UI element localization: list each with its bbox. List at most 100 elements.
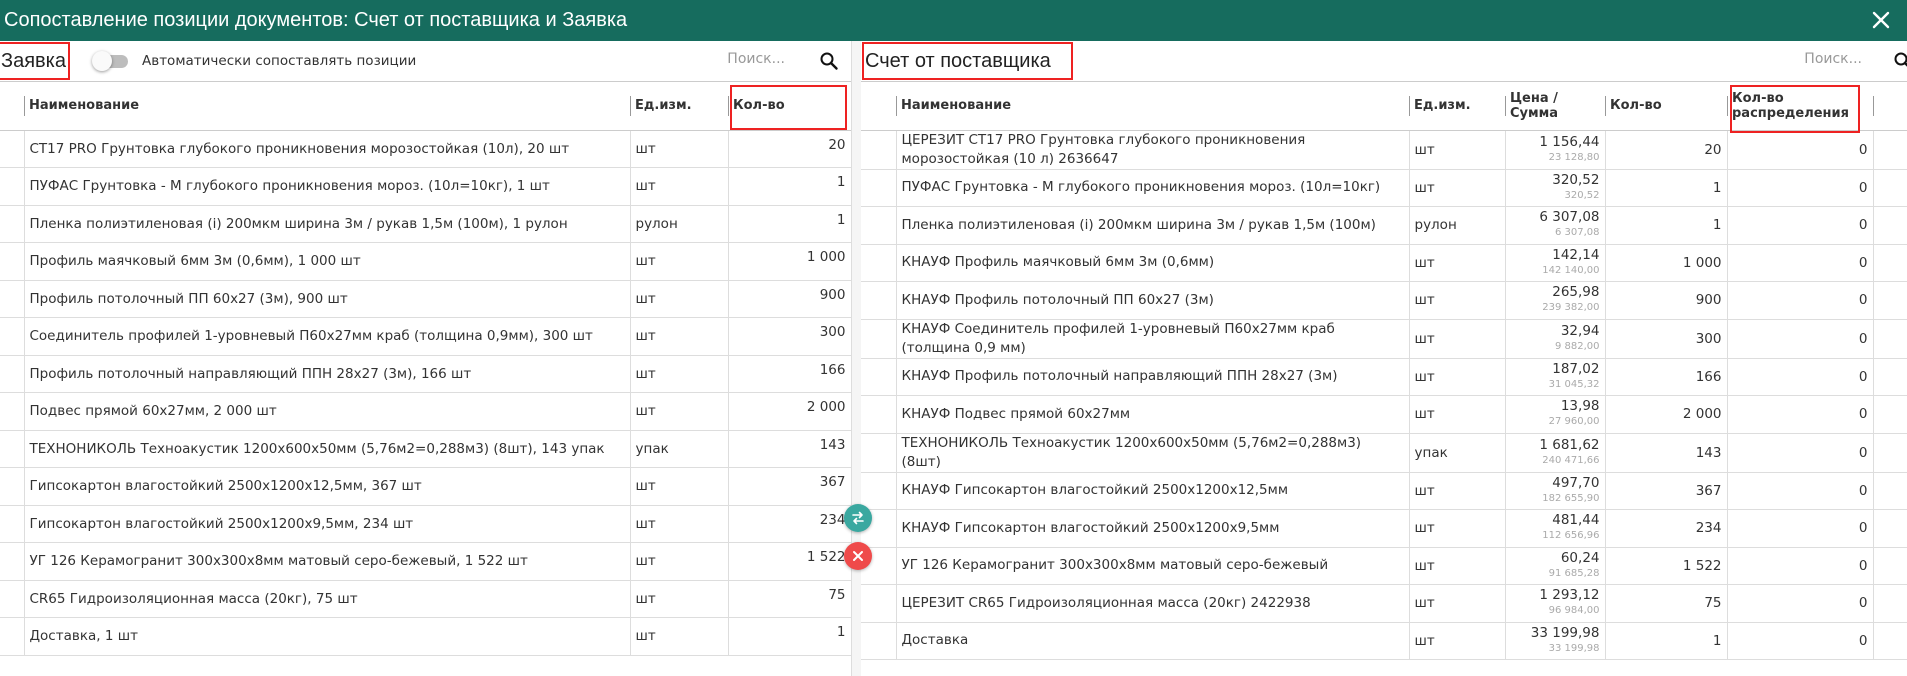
row-select-cell[interactable] [861, 281, 897, 320]
cell-dist-qty[interactable]: 0 [1727, 358, 1874, 396]
row-select-cell[interactable] [861, 472, 897, 510]
row-select-cell[interactable] [861, 358, 897, 396]
cell-dist-qty[interactable]: 0 [1727, 319, 1874, 359]
column-header-qty[interactable]: Кол-во [1605, 82, 1727, 131]
row-select-cell[interactable] [0, 505, 25, 543]
table-row[interactable]: ПУФАС Грунтовка - М глубокого проникнове… [0, 167, 852, 206]
table-row[interactable]: Пленка полиэтиленовая (i) 200мкм ширина … [0, 205, 852, 243]
row-select-cell[interactable] [0, 580, 25, 618]
table-row[interactable]: КНАУФ Подвес прямой 60х27мм шт 13,98 27 960… [861, 395, 1907, 434]
row-select-cell[interactable] [0, 392, 25, 431]
table-row[interactable]: ПУФАС Грунтовка - М глубокого проникнове… [861, 169, 1907, 207]
cell-unit: шт [630, 130, 729, 168]
cell-qty: 1 [728, 205, 852, 243]
cell-dist-qty[interactable]: 0 [1727, 433, 1874, 473]
table-row[interactable]: Профиль маячковый 6мм 3м (0,6мм), 1 000 … [0, 242, 852, 281]
row-select-cell[interactable] [0, 355, 25, 393]
cell-unit: шт [1409, 547, 1506, 585]
cell-name: Доставка, 1 шт [24, 617, 631, 656]
table-row[interactable]: Гипсокартон влагостойкий 2500х1200х12,5м… [0, 467, 852, 506]
table-row[interactable]: ТЕХНОНИКОЛЬ Техноакустик 1200х600х50мм (… [0, 430, 852, 468]
window-titlebar: Сопоставление позиции документов: Счет о… [0, 0, 1907, 41]
row-select-cell[interactable] [861, 244, 897, 282]
cell-dist-qty[interactable]: 0 [1727, 169, 1874, 207]
cell-dist-qty[interactable]: 0 [1727, 206, 1874, 245]
table-row[interactable]: ЦЕРЕЗИТ CT17 PRO Грунтовка глубокого про… [861, 130, 1907, 170]
invoice-search-input[interactable]: Поиск... [1804, 51, 1862, 67]
cell-dist-qty[interactable]: 0 [1727, 622, 1874, 660]
table-row[interactable]: УГ 126 Керамогранит 300х300х8мм матовый … [861, 547, 1907, 585]
column-header-name[interactable]: Наименование [24, 82, 630, 131]
close-icon[interactable] [1869, 8, 1893, 32]
cell-price: 187,02 31 045,32 [1505, 358, 1606, 396]
row-select-cell[interactable] [0, 467, 25, 506]
search-icon[interactable] [819, 51, 839, 71]
extra-column-header [1873, 82, 1907, 131]
table-row[interactable]: ТЕХНОНИКОЛЬ Техноакустик 1200х600х50мм (… [861, 433, 1907, 473]
table-row[interactable]: КНАУФ Гипсокартон влагостойкий 2500х1200… [861, 472, 1907, 510]
column-header-name[interactable]: Наименование [896, 82, 1409, 131]
cell-dist-qty[interactable]: 0 [1727, 584, 1874, 623]
cell-dist-qty[interactable]: 0 [1727, 472, 1874, 510]
row-select-cell[interactable] [0, 205, 25, 243]
cancel-match-button[interactable] [844, 542, 872, 570]
table-row[interactable]: Пленка полиэтиленовая (i) 200мкм ширина … [861, 206, 1907, 245]
table-row[interactable]: Гипсокартон влагостойкий 2500х1200х9,5мм… [0, 505, 852, 543]
table-row[interactable]: CR65 Гидроизоляционная масса (20кг), 75 … [0, 580, 852, 618]
row-select-cell[interactable] [0, 130, 25, 168]
cell-dist-qty[interactable]: 0 [1727, 281, 1874, 320]
table-row[interactable]: КНАУФ Гипсокартон влагостойкий 2500х1200… [861, 509, 1907, 548]
cell-price: 6 307,08 6 307,08 [1505, 206, 1606, 245]
table-row[interactable]: КНАУФ Соединитель профилей 1-уровневый П… [861, 319, 1907, 359]
table-row[interactable]: КНАУФ Профиль маячковый 6мм 3м (0,6мм) шт… [861, 244, 1907, 282]
search-icon[interactable] [1893, 51, 1907, 71]
table-row[interactable]: Подвес прямой 60х27мм, 2 000 шт шт 2 000 [0, 392, 852, 431]
row-select-cell[interactable] [0, 167, 25, 206]
cell-qty: 20 [1605, 130, 1728, 170]
cell-dist-qty[interactable]: 0 [1727, 395, 1874, 434]
row-select-cell[interactable] [861, 169, 897, 207]
table-row[interactable]: CT17 PRO Грунтовка глубокого проникновен… [0, 130, 852, 168]
cell-unit: шт [1409, 395, 1506, 434]
window-title: Сопоставление позиции документов: Счет о… [4, 9, 628, 31]
cell-dist-qty[interactable]: 0 [1727, 130, 1874, 170]
row-select-cell[interactable] [861, 395, 897, 434]
cell-dist-qty[interactable]: 0 [1727, 244, 1874, 282]
column-header-unit[interactable]: Ед.изм. [1409, 82, 1505, 131]
column-header-dist[interactable]: Кол-во распределения [1727, 82, 1873, 131]
invoice-toolbar: Счет от поставщика Поиск... [861, 41, 1907, 82]
row-select-cell[interactable] [861, 433, 897, 473]
row-select-cell[interactable] [0, 280, 25, 318]
column-header-price[interactable]: Цена / Сумма [1505, 82, 1605, 131]
row-select-cell[interactable] [861, 130, 897, 170]
auto-match-toggle[interactable] [92, 51, 130, 71]
row-select-cell[interactable] [861, 319, 897, 359]
row-select-cell[interactable] [861, 584, 897, 623]
row-select-cell[interactable] [861, 622, 897, 660]
swap-icon [852, 511, 864, 525]
cell-qty: 166 [728, 355, 852, 393]
sum-value: 96 984,00 [1548, 605, 1600, 617]
request-search-input[interactable]: Поиск... [727, 51, 785, 67]
table-row[interactable]: Соединитель профилей 1-уровневый П60х27м… [0, 317, 852, 356]
table-row[interactable]: Доставка, 1 шт шт 1 [0, 617, 852, 656]
table-row[interactable]: ЦЕРЕЗИТ CR65 Гидроизоляционная масса (20… [861, 584, 1907, 623]
swap-button[interactable] [844, 504, 872, 532]
table-row[interactable]: Профиль потолочный ПП 60x27 (3м), 900 шт… [0, 280, 852, 318]
row-select-cell[interactable] [0, 242, 25, 281]
row-select-cell[interactable] [0, 430, 25, 468]
row-select-cell[interactable] [0, 617, 25, 656]
row-select-cell[interactable] [861, 206, 897, 245]
row-select-cell[interactable] [0, 317, 25, 356]
table-row[interactable]: КНАУФ Профиль потолочный ПП 60x27 (3м) шт… [861, 281, 1907, 320]
table-row[interactable]: Доставка шт 33 199,98 33 199,98 1 0 [861, 622, 1907, 660]
cell-price: 13,98 27 960,00 [1505, 395, 1606, 434]
row-select-cell[interactable] [0, 542, 25, 581]
cell-dist-qty[interactable]: 0 [1727, 509, 1874, 548]
table-row[interactable]: Профиль потолочный направляющий ППН 28x2… [0, 355, 852, 393]
table-row[interactable]: УГ 126 Керамогранит 300х300х8мм матовый … [0, 542, 852, 581]
column-header-unit[interactable]: Ед.изм. [630, 82, 728, 131]
column-header-qty[interactable]: Кол-во [728, 82, 851, 131]
table-row[interactable]: КНАУФ Профиль потолочный направляющий ПП… [861, 358, 1907, 396]
cell-dist-qty[interactable]: 0 [1727, 547, 1874, 585]
